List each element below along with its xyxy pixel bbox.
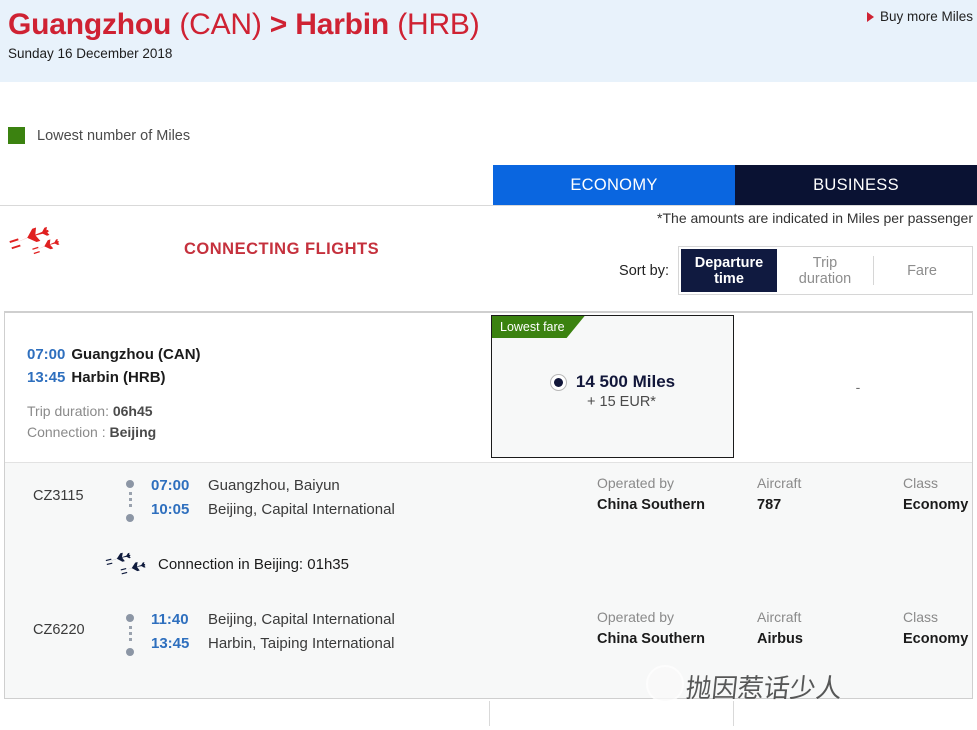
legend-label: Lowest number of Miles <box>37 127 191 144</box>
legend-swatch-green <box>8 127 25 144</box>
segment-2-aircraft-value: Airbus <box>757 631 803 647</box>
section-bar: CONNECTING FLIGHTS *The amounts are indi… <box>0 206 977 311</box>
tab-business-label: BUSINESS <box>813 175 899 194</box>
segment-1-arrival: 10:05 Beijing, Capital International <box>151 498 395 522</box>
sort-by-controls: Sort by: Departure time Trip duration Fa… <box>619 246 973 295</box>
sort-option-group: Departure time Trip duration Fare <box>678 246 973 295</box>
segment-1-operated-value: China Southern <box>597 497 705 513</box>
itinerary-arrive-city: Harbin (HRB) <box>71 369 166 386</box>
connecting-flights-icon <box>9 226 60 255</box>
connection-planes-icon <box>105 552 146 575</box>
sort-option-departure-time[interactable]: Departure time <box>681 249 777 292</box>
segment-1-class-label: Class <box>903 475 939 491</box>
segment-1-aircraft: Aircraft 787 <box>757 472 903 516</box>
fare-radio-selected[interactable] <box>549 373 567 391</box>
buy-more-miles-label: Buy more Miles <box>879 9 973 24</box>
segment-1-departure: 07:00 Guangzhou, Baiyun <box>151 474 395 498</box>
segment-2-aircraft: Aircraft Airbus <box>757 606 903 650</box>
segment-1-flight-number: CZ3115 <box>33 488 84 504</box>
connection-city-value: Beijing <box>109 424 157 440</box>
origin-city: Guangzhou <box>8 8 172 41</box>
segment-2-class-value: Economy <box>903 631 969 647</box>
fare-content: 14 500 Miles + 15 EUR* <box>492 372 733 410</box>
tab-economy[interactable]: ECONOMY <box>493 165 735 205</box>
segment-2-depart-time: 11:40 <box>151 611 189 628</box>
segment-2-arrive-time: 13:45 <box>151 635 190 652</box>
segment-1-timeline-icon <box>125 480 135 522</box>
destination-city: Harbin <box>295 8 390 41</box>
segment-2-operated-label: Operated by <box>597 609 675 625</box>
sort-duration-line1: Trip <box>812 254 838 271</box>
connection-strip: Connection in Beijing: 01h35 <box>5 537 972 597</box>
origin-code: (CAN) <box>179 8 262 41</box>
fare-business-placeholder: - <box>855 378 861 395</box>
segment-2-class-label: Class <box>903 609 939 625</box>
segment-1-depart-time: 07:00 <box>151 477 190 494</box>
fare-option-economy[interactable]: Lowest fare 14 500 Miles + 15 EUR* <box>491 315 734 458</box>
segment-1-operated-label: Operated by <box>597 475 675 491</box>
segment-details: CZ3115 07:00 Guangzhou, Baiyun 10:05 Beiji… <box>5 462 972 698</box>
segment-1-times: 07:00 Guangzhou, Baiyun 10:05 Beijing, Cap… <box>151 474 395 522</box>
legend: Lowest number of Miles <box>0 82 977 144</box>
segment-2-arrival: 13:45 Harbin, Taiping International <box>151 632 395 656</box>
segment-2-operated-value: China Southern <box>597 631 705 647</box>
sort-duration-line2: duration <box>798 270 852 287</box>
page-header: Guangzhou (CAN) > Harbin (HRB) Sunday 16… <box>0 0 977 82</box>
itinerary-depart-time: 07:00 <box>27 346 66 363</box>
segment-1-class-value: Economy <box>903 497 969 513</box>
segment-2-operated-by: Operated by China Southern <box>597 606 757 650</box>
segment-2-timeline-icon <box>125 614 135 656</box>
fare-surcharge-value: + 15 EUR* <box>587 394 656 410</box>
cabin-tabs: ECONOMY BUSINESS <box>0 165 977 206</box>
connection-label: Connection : <box>27 424 106 440</box>
destination-code: (HRB) <box>397 8 480 41</box>
tab-economy-label: ECONOMY <box>570 175 658 194</box>
fare-select-row[interactable]: 14 500 Miles <box>549 372 676 392</box>
trip-duration-value: 06h45 <box>112 403 153 419</box>
segment-2-departure: 11:40 Beijing, Capital International <box>151 608 395 632</box>
segment-2-attributes: Operated by China Southern Aircraft Airb… <box>597 606 972 650</box>
travel-date: Sunday 16 December 2018 <box>8 46 173 61</box>
segment-1-aircraft-label: Aircraft <box>757 475 802 491</box>
segment-1-class: Class Economy <box>903 472 972 516</box>
lowest-fare-ribbon: Lowest fare <box>492 316 585 338</box>
itinerary-depart-city: Guangzhou (CAN) <box>71 346 201 363</box>
triangle-right-icon <box>866 11 874 22</box>
flight-segment-1: CZ3115 07:00 Guangzhou, Baiyun 10:05 Beiji… <box>5 463 972 537</box>
itinerary-arrive-time: 13:45 <box>27 369 66 386</box>
segment-1-aircraft-value: 787 <box>757 497 782 513</box>
fare-option-business: - <box>736 315 972 458</box>
connecting-flights-title: CONNECTING FLIGHTS <box>184 240 380 258</box>
amount-note: *The amounts are indicated in Miles per … <box>657 210 973 226</box>
segment-1-arrive-airport: Beijing, Capital International <box>208 501 395 518</box>
sort-by-label: Sort by: <box>619 262 669 279</box>
route-arrow: > <box>269 8 288 41</box>
flight-segment-2: CZ6220 11:40 Beijing, Capital Internation… <box>5 597 972 671</box>
flight-result-card: 07:00 Guangzhou (CAN) 13:45 Harbin (HRB) T… <box>4 311 973 699</box>
sort-fare-label: Fare <box>907 262 937 279</box>
sort-option-fare[interactable]: Fare <box>874 249 970 292</box>
page-title: Guangzhou (CAN) > Harbin (HRB) <box>8 0 977 42</box>
tab-business[interactable]: BUSINESS <box>735 165 977 205</box>
card-bottom-dividers <box>0 699 977 726</box>
buy-more-miles-link[interactable]: Buy more Miles <box>866 9 973 24</box>
fare-miles-value: 14 500 Miles <box>575 372 676 391</box>
segment-2-arrive-airport: Harbin, Taiping International <box>208 635 395 652</box>
trip-duration-label: Trip duration: <box>27 403 109 419</box>
segment-1-arrive-time: 10:05 <box>151 501 190 518</box>
segment-1-attributes: Operated by China Southern Aircraft 787 … <box>597 472 972 516</box>
segment-2-aircraft-label: Aircraft <box>757 609 802 625</box>
connection-duration-text: Connection in Beijing: 01h35 <box>158 556 349 573</box>
segment-2-flight-number: CZ6220 <box>33 622 85 638</box>
sort-departure-line2: time <box>714 270 744 287</box>
segment-1-depart-airport: Guangzhou, Baiyun <box>208 477 340 494</box>
segment-2-times: 11:40 Beijing, Capital International 13:4… <box>151 608 395 656</box>
sort-option-trip-duration[interactable]: Trip duration <box>777 249 873 292</box>
itinerary-summary: 07:00 Guangzhou (CAN) 13:45 Harbin (HRB) T… <box>5 313 972 462</box>
segment-2-class: Class Economy <box>903 606 972 650</box>
sort-departure-line1: Departure <box>694 254 764 271</box>
segment-1-operated-by: Operated by China Southern <box>597 472 757 516</box>
segment-2-depart-airport: Beijing, Capital International <box>208 611 395 628</box>
